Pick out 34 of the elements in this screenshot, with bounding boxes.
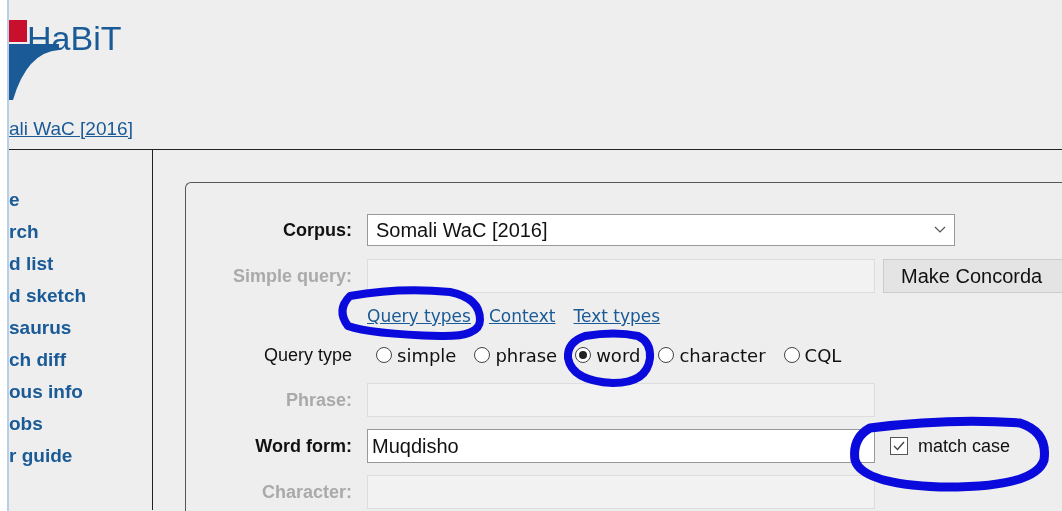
- field-label: Corpus:: [282, 219, 352, 241]
- radio-label: simple: [397, 344, 457, 366]
- checkbox[interactable]: [890, 437, 908, 455]
- radio-label: character: [679, 344, 766, 366]
- tab-link[interactable]: Query types: [367, 306, 471, 326]
- sidebar-item[interactable]: ch diff: [9, 348, 152, 371]
- corpus-link[interactable]: ali WaC [2016]: [9, 118, 133, 140]
- chevron-icon: [934, 226, 946, 234]
- checkbox-label: match case: [918, 435, 1011, 457]
- radio-button[interactable]: [783, 347, 800, 363]
- field-label: Phrase:: [284, 389, 352, 411]
- radio-button[interactable]: [474, 347, 491, 363]
- radio-button[interactable]: [575, 347, 592, 363]
- sidebar-item[interactable]: e: [9, 188, 152, 211]
- radio-label: CQL: [804, 344, 842, 366]
- sidebar-item[interactable]: obs: [9, 412, 152, 435]
- sidebar-item[interactable]: r guide: [9, 444, 152, 467]
- field-label: Query type: [262, 344, 352, 366]
- sidebar-item[interactable]: rch: [9, 220, 152, 243]
- field-label: Word form:: [254, 435, 352, 457]
- radio-button[interactable]: [658, 347, 675, 363]
- field-label: Simple query:: [231, 265, 352, 287]
- radio-button[interactable]: [376, 347, 392, 363]
- tab-link[interactable]: Text types: [573, 306, 661, 326]
- corpus-select[interactable]: Somali WaC [2016]: [367, 214, 955, 246]
- sidebar-item[interactable]: d sketch: [9, 284, 152, 307]
- radio-label: phrase: [495, 344, 558, 366]
- tab-link[interactable]: Context: [488, 306, 556, 326]
- field-label: Character:: [260, 481, 352, 503]
- sidebar-item[interactable]: ous info: [9, 380, 152, 403]
- input-field[interactable]: Muqdisho: [367, 429, 875, 463]
- sidebar-item[interactable]: d list: [9, 252, 152, 275]
- radio-label: word: [596, 344, 641, 366]
- sidebar-item[interactable]: saurus: [9, 316, 152, 339]
